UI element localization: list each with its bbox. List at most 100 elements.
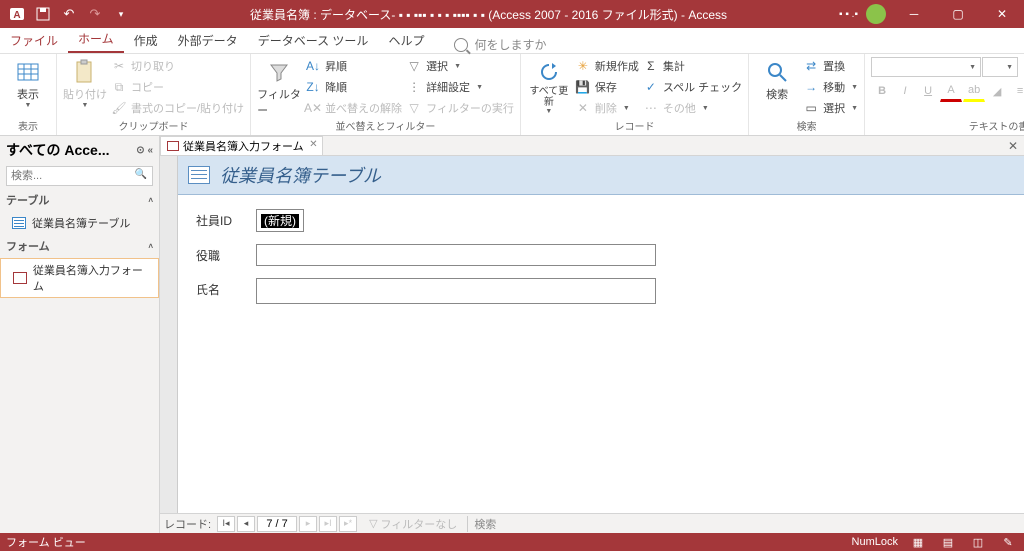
font-family-select[interactable]: ▼	[871, 57, 981, 77]
totals-button[interactable]: Σ集計	[643, 56, 742, 76]
recnav-last-button[interactable]: ▸I	[319, 516, 337, 532]
bold-button[interactable]: B	[871, 80, 893, 102]
nav-search-input[interactable]	[6, 166, 153, 186]
status-left: フォーム ビュー	[6, 534, 86, 550]
find-button[interactable]: 検索	[755, 56, 799, 102]
new-icon: ✳	[575, 58, 591, 74]
sort-asc-button[interactable]: A↓昇順	[305, 56, 402, 76]
document-area: 従業員名簿入力フォーム ✕ ✕ 従業員名簿テーブル 社員ID (新規) 役職	[160, 136, 1024, 533]
spelling-button[interactable]: ✓スペル チェック	[643, 77, 742, 97]
tab-help[interactable]: ヘルプ	[378, 28, 434, 53]
recnav-prev-button[interactable]: ◂	[237, 516, 255, 532]
selection-icon: ▽	[406, 58, 422, 74]
tab-external-data[interactable]: 外部データ	[168, 28, 248, 53]
close-all-icon[interactable]: ✕	[1002, 139, 1024, 153]
recnav-new-button[interactable]: ▸*	[339, 516, 357, 532]
group-sort-label: 並べ替えとフィルター	[257, 118, 514, 135]
goto-icon: →	[803, 79, 819, 95]
qat-save-icon[interactable]	[32, 3, 54, 25]
main-area: すべての Acce... ⊙ « 🔍 テーブル˄ 従業員名簿テーブル フォーム˄…	[0, 136, 1024, 533]
recnav-label: レコード:	[164, 516, 211, 532]
select-icon: ▭	[803, 100, 819, 116]
maximize-button[interactable]: ▢	[936, 0, 980, 28]
more-button[interactable]: ⋯その他▼	[643, 98, 742, 118]
delete-icon: ✕	[575, 100, 591, 116]
form-title: 従業員名簿テーブル	[220, 162, 381, 188]
totals-icon: Σ	[643, 58, 659, 74]
qat-customize-icon[interactable]: ▾	[110, 3, 132, 25]
nav-item-form1[interactable]: 従業員名簿入力フォーム	[0, 258, 159, 298]
tab-database-tools[interactable]: データベース ツール	[248, 28, 379, 53]
cut-button[interactable]: ✂切り取り	[111, 56, 244, 76]
nav-section-tables[interactable]: テーブル˄	[0, 188, 159, 212]
tab-create[interactable]: 作成	[124, 28, 168, 53]
recnav-search[interactable]: 検索	[467, 516, 496, 532]
toggle-filter-button[interactable]: ▽フィルターの実行	[406, 98, 514, 118]
search-icon: 🔍	[135, 169, 147, 180]
table-icon	[12, 217, 26, 229]
tab-home[interactable]: ホーム	[68, 26, 124, 53]
qat-undo-icon[interactable]: ↶	[58, 3, 80, 25]
field-input-id[interactable]: (新規)	[256, 209, 304, 232]
view-datasheet-icon[interactable]: ▤	[938, 535, 958, 549]
save-record-button[interactable]: 💾保存	[575, 77, 639, 97]
view-grid-icon	[14, 58, 42, 86]
nav-item-table1[interactable]: 従業員名簿テーブル	[0, 212, 159, 234]
nav-dropdown-icon[interactable]: ⊙	[136, 145, 144, 156]
nav-section-forms[interactable]: フォーム˄	[0, 234, 159, 258]
recnav-next-button[interactable]: ▸	[299, 516, 317, 532]
remove-sort-button[interactable]: A✕並べ替えの解除	[305, 98, 402, 118]
navigation-pane: すべての Acce... ⊙ « 🔍 テーブル˄ 従業員名簿テーブル フォーム˄…	[0, 136, 160, 533]
format-painter-button[interactable]: 🖌書式のコピー/貼り付け	[111, 98, 244, 118]
italic-button[interactable]: I	[894, 80, 916, 102]
minimize-button[interactable]: ─	[892, 0, 936, 28]
record-selector[interactable]	[160, 156, 178, 513]
fill-color-button[interactable]: ◢	[986, 80, 1008, 102]
font-size-select[interactable]: ▼	[982, 57, 1018, 77]
delete-record-button[interactable]: ✕削除▼	[575, 98, 639, 118]
highlight-button[interactable]: ab	[963, 80, 985, 102]
tell-me[interactable]: 何をしますか	[454, 36, 546, 53]
tab-file[interactable]: ファイル	[0, 28, 68, 53]
document-tab[interactable]: 従業員名簿入力フォーム ✕	[160, 136, 323, 155]
align-left-button[interactable]: ≡	[1009, 80, 1024, 102]
recnav-position[interactable]	[257, 516, 297, 532]
view-design-icon[interactable]: ✎	[998, 535, 1018, 549]
bullets-button[interactable]: ≔	[1019, 56, 1024, 78]
refresh-all-button[interactable]: すべて更新 ▼	[527, 56, 571, 115]
document-tabs: 従業員名簿入力フォーム ✕ ✕	[160, 136, 1024, 156]
view-form-icon[interactable]: ▦	[908, 535, 928, 549]
recnav-filter[interactable]: ▽フィルターなし	[369, 516, 457, 532]
spell-icon: ✓	[643, 79, 659, 95]
goto-button[interactable]: →移動▼	[803, 77, 858, 97]
refresh-label: すべて更新	[527, 86, 571, 108]
view-layout-icon[interactable]: ◫	[968, 535, 988, 549]
field-label-id: 社員ID	[196, 209, 256, 229]
filter-button[interactable]: フィルター	[257, 56, 301, 118]
paste-button[interactable]: 貼り付け ▼	[63, 56, 107, 109]
close-button[interactable]: ✕	[980, 0, 1024, 28]
selection-button[interactable]: ▽選択▼	[406, 56, 514, 76]
close-tab-icon[interactable]: ✕	[309, 139, 317, 150]
status-numlock: NumLock	[852, 536, 898, 548]
view-button[interactable]: 表示 ▼	[6, 56, 50, 109]
advanced-button[interactable]: ⋮詳細設定▼	[406, 77, 514, 97]
chevron-down-icon: ▼	[25, 102, 32, 109]
group-records-label: レコード	[527, 118, 742, 135]
font-color-button[interactable]: A	[940, 80, 962, 102]
recnav-first-button[interactable]: I◂	[217, 516, 235, 532]
toggle-filter-icon: ▽	[406, 100, 422, 116]
sort-desc-button[interactable]: Z↓降順	[305, 77, 402, 97]
new-record-button[interactable]: ✳新規作成	[575, 56, 639, 76]
group-sort-filter: フィルター A↓昇順 Z↓降順 A✕並べ替えの解除 ▽選択▼ ⋮詳細設定▼ ▽フ…	[251, 54, 521, 135]
account-avatar-icon[interactable]	[866, 4, 886, 24]
underline-button[interactable]: U	[917, 80, 939, 102]
field-input-role[interactable]	[256, 244, 656, 266]
qat-redo-icon[interactable]: ↷	[84, 3, 106, 25]
select-button[interactable]: ▭選択▼	[803, 98, 858, 118]
copy-button[interactable]: ⧉コピー	[111, 77, 244, 97]
field-input-name[interactable]	[256, 278, 656, 304]
group-text-formatting: ▼ ▼ ≔ ≡ ⇤ ⇥ ¶ ¶ B I U A ab ◢ ≡ ≡	[865, 54, 1024, 135]
nav-collapse-icon[interactable]: «	[147, 145, 153, 156]
replace-button[interactable]: ⇄置換	[803, 56, 858, 76]
